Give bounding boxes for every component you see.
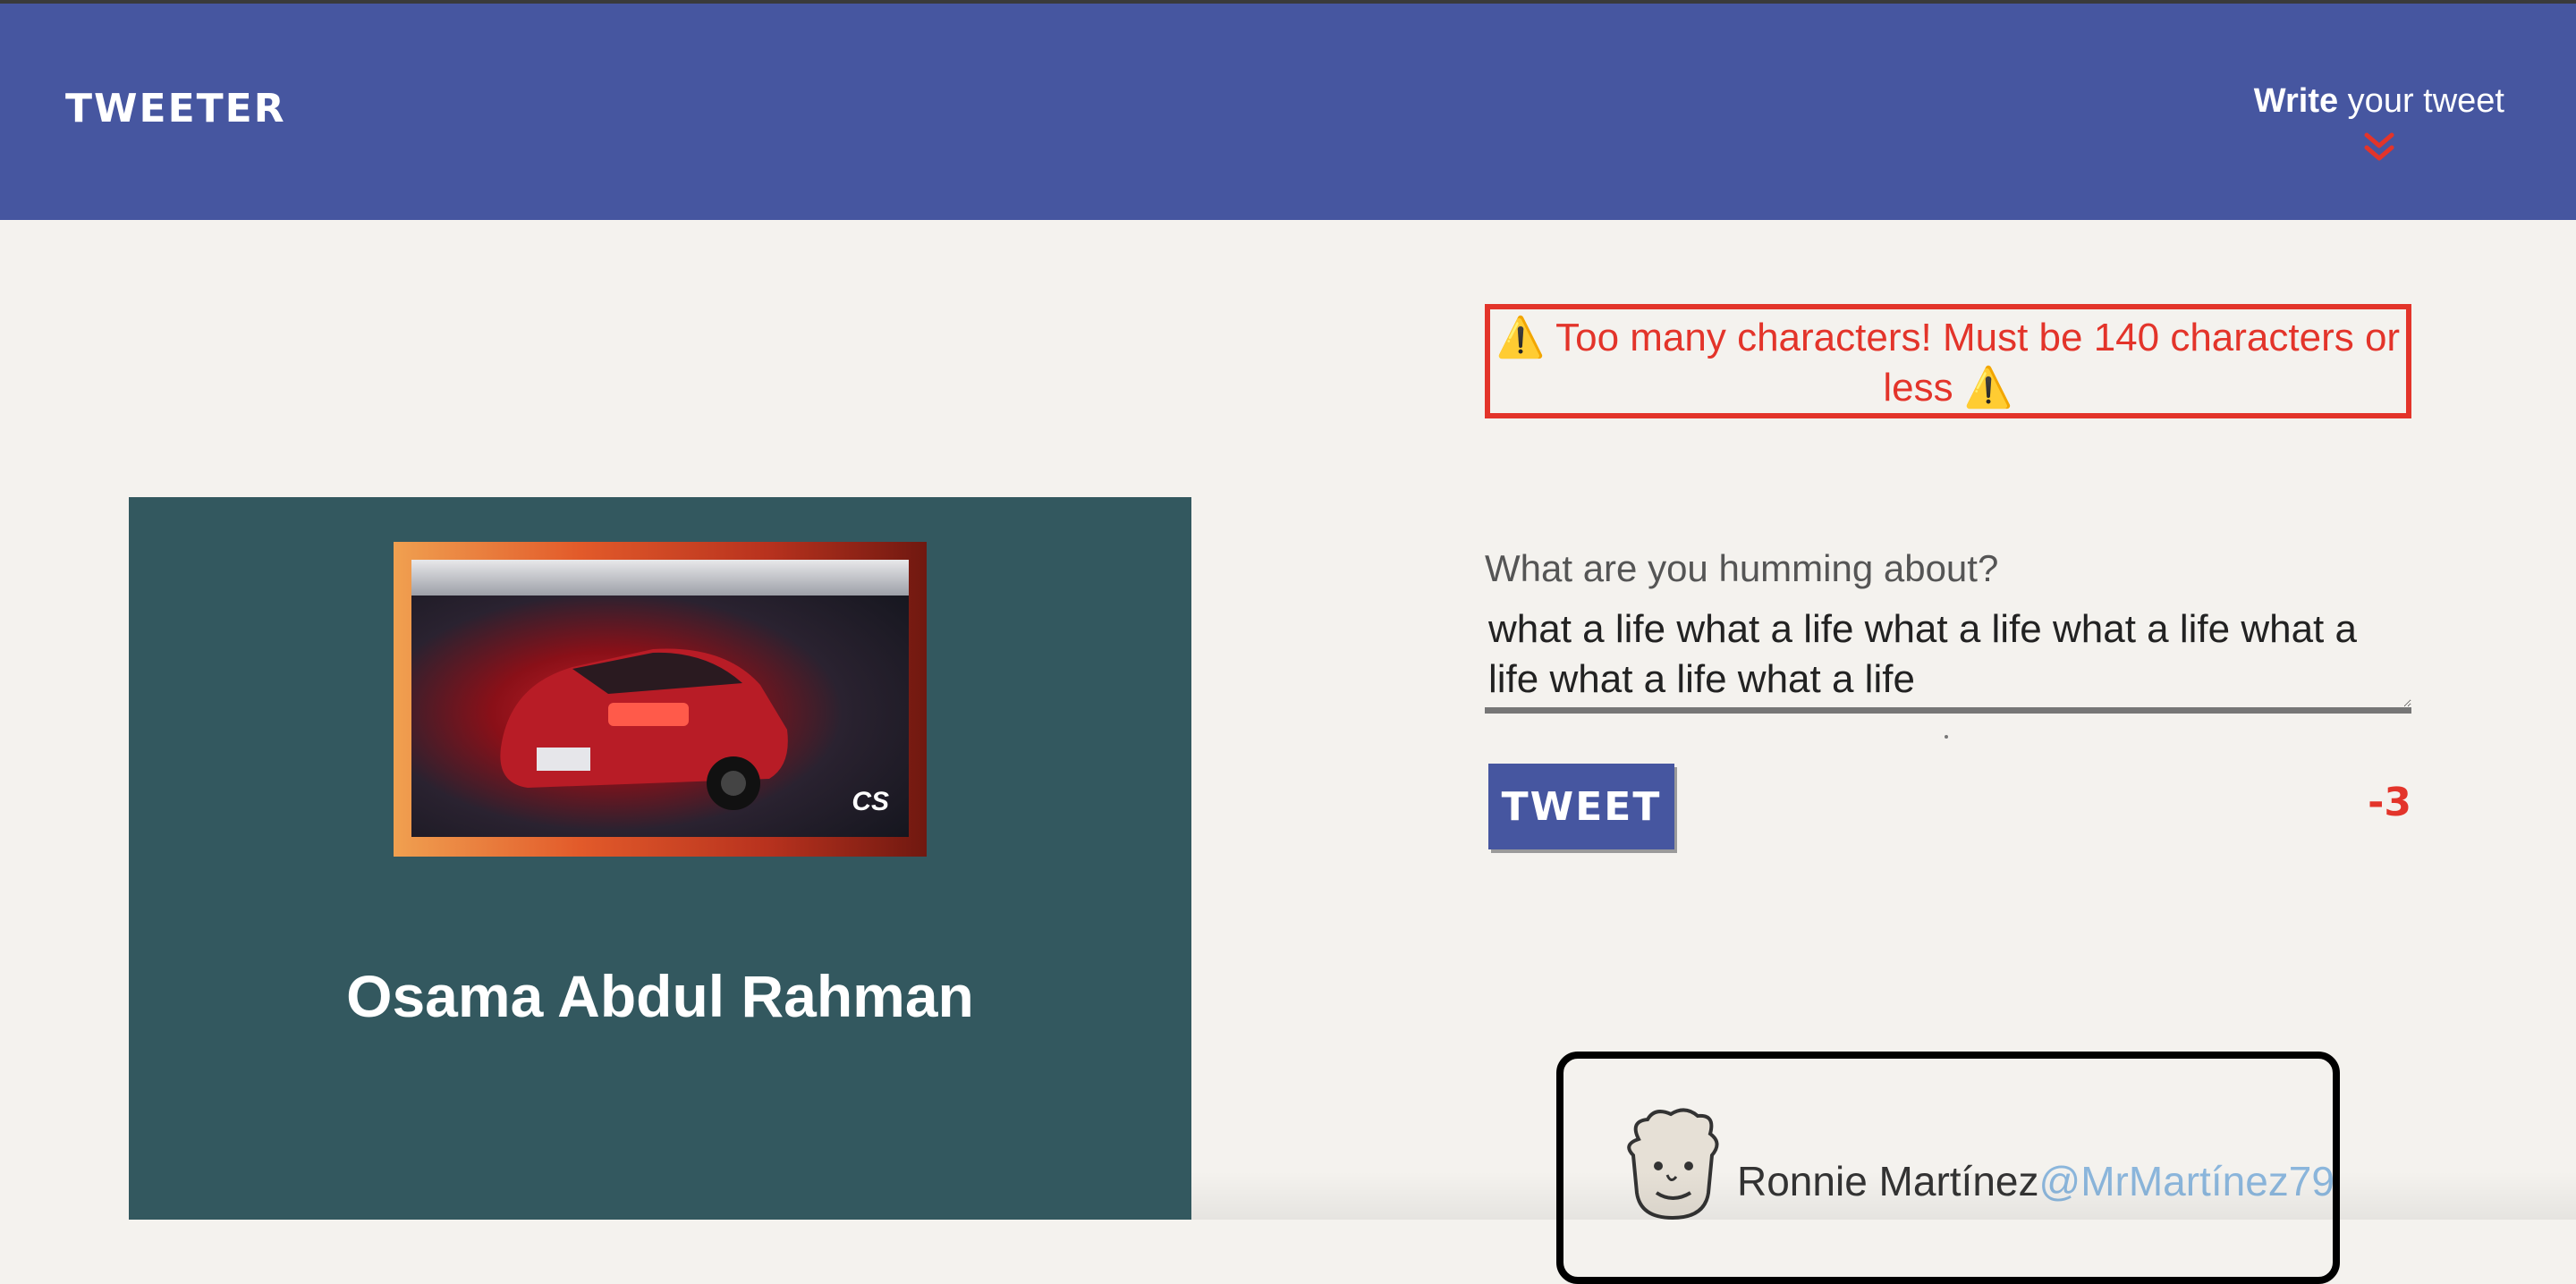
tweet-card: Ronnie Martínez@MrMartínez79 — [1556, 1052, 2340, 1284]
double-chevron-down-icon[interactable] — [2361, 130, 2397, 165]
brand-logo: TWEETER — [65, 86, 286, 131]
car-illustration — [500, 648, 788, 810]
tweet-author-handle[interactable]: @MrMartínez79 — [2039, 1158, 2334, 1204]
tweet-author-line: Ronnie Martínez@MrMartínez79 — [1737, 1157, 2334, 1205]
profile-avatar-frame: CS — [394, 542, 927, 857]
character-limit-error: ⚠️ Too many characters! Must be 140 char… — [1485, 304, 2411, 418]
top-navigation: TWEETER Write your tweet — [0, 4, 2576, 220]
compose-label: What are you humming about? — [1485, 547, 1999, 589]
profile-card: CS Osama Abdul Rahman — [129, 497, 1191, 1220]
character-counter: -3 — [2368, 780, 2411, 825]
write-toggle-rest: your tweet — [2338, 82, 2504, 120]
gas-station-canopy — [411, 560, 909, 596]
profile-name: Osama Abdul Rahman — [346, 963, 974, 1029]
write-tweet-toggle[interactable]: Write your tweet — [2254, 82, 2504, 165]
profile-avatar-image: CS — [411, 560, 909, 837]
separator-dot — [1945, 735, 1948, 739]
tweet-text-input[interactable] — [1485, 601, 2411, 714]
image-watermark-badge: CS — [852, 787, 889, 816]
cartoon-face-icon — [1627, 1108, 1719, 1221]
tweet-button[interactable]: TWEET — [1488, 764, 1674, 849]
tweet-author-name: Ronnie Martínez — [1737, 1158, 2039, 1204]
write-toggle-bold: Write — [2253, 82, 2339, 120]
